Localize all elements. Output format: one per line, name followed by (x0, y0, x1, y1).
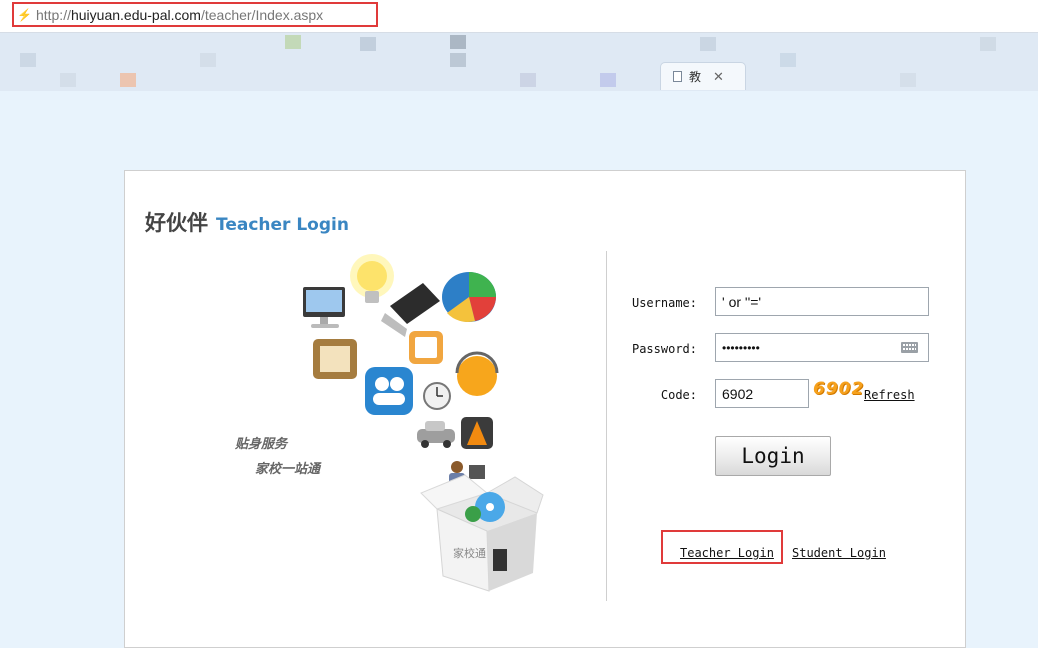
login-type-title: Teacher Login (216, 215, 349, 235)
teacher-login-link[interactable]: Teacher Login (680, 546, 774, 560)
lightning-icon: ⚡ (17, 7, 32, 22)
brand-name: 好伙伴 (145, 211, 208, 235)
tab-close-icon[interactable]: ✕ (713, 69, 724, 85)
app-icons-illustration: 家校通 (303, 254, 544, 592)
student-login-link[interactable]: Student Login (792, 546, 886, 560)
browser-tab[interactable]: 教 ✕ (660, 62, 746, 90)
url-field[interactable]: ⚡ http:// huiyuan.edu-pal.com /teacher/I… (12, 2, 378, 27)
username-value: ' or ''=' (722, 293, 762, 310)
username-input[interactable]: ' or ''=' (715, 287, 929, 316)
url-host: huiyuan.edu-pal.com (70, 6, 201, 23)
url-path: /teacher/Index.aspx (200, 6, 324, 23)
password-input[interactable]: ••••••••• (715, 333, 929, 362)
document-icon (673, 71, 682, 82)
login-panel: 好伙伴 Teacher Login 家校通 贴身服务 家校一站通 Usernam… (124, 170, 966, 648)
code-value: 6902 (722, 385, 754, 402)
alarm-clock-icon (423, 382, 451, 410)
vertical-divider (606, 251, 607, 601)
lightbulb-icon (350, 254, 394, 303)
keyboard-icon[interactable] (901, 342, 918, 353)
pie-chart-icon (442, 272, 496, 322)
car-icon (417, 421, 455, 448)
media-player-icon (461, 417, 493, 449)
refresh-link[interactable]: Refresh (864, 388, 915, 402)
password-value: ••••••••• (722, 340, 760, 355)
calendar-icon (409, 331, 443, 364)
pixelated-bookmarks-bar (0, 33, 1038, 91)
folder-icon (313, 339, 357, 379)
people-icon (365, 367, 413, 415)
password-label: Password: (631, 342, 697, 356)
slogan-line-1: 贴身服务 (235, 437, 288, 452)
monitor-icon (303, 287, 345, 328)
box-label: 家校通 (453, 546, 486, 560)
code-input[interactable]: 6902 (715, 379, 809, 408)
laptop-icon (381, 283, 440, 337)
code-label: Code: (660, 388, 697, 402)
product-box-icon (420, 474, 544, 592)
page-title: 好伙伴 Teacher Login (145, 207, 349, 237)
login-button[interactable]: Login (715, 436, 831, 476)
slogan-line-2: 家校一站通 (255, 462, 321, 477)
address-bar[interactable]: ⚡ http:// huiyuan.edu-pal.com /teacher/I… (0, 0, 1038, 33)
headset-icon (455, 351, 499, 396)
url-prefix: http:// (35, 6, 71, 23)
username-label: Username: (631, 296, 697, 310)
captcha-image: 6902 (813, 379, 865, 399)
tab-label: 教 (689, 70, 702, 84)
